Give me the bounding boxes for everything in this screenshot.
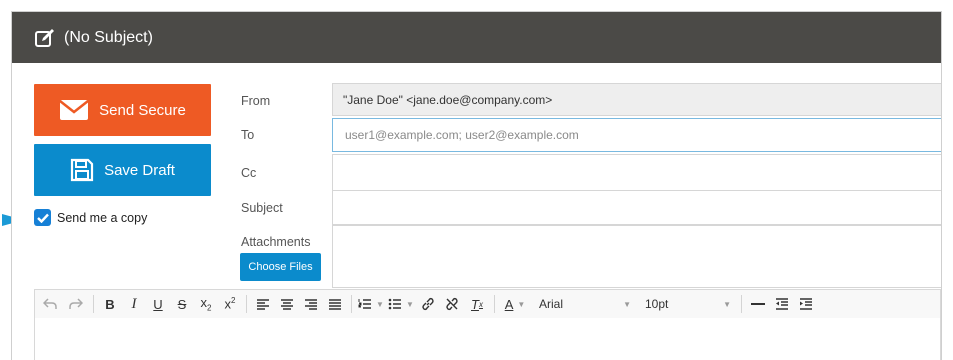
redo-icon[interactable] (63, 293, 89, 315)
undo-icon[interactable] (37, 293, 63, 315)
italic-icon[interactable]: I (122, 293, 146, 315)
save-draft-label: Save Draft (104, 161, 175, 179)
font-family-select[interactable]: Arial ▼ (531, 297, 637, 311)
editor-toolbar: B I U S x2 x2 ▼ ▼ T x A ▼ Arial ▼ 10pt ▼ (34, 289, 941, 319)
compose-window: (No Subject) Send Secure Save Draft Send… (11, 11, 942, 360)
send-copy-label: Send me a copy (57, 210, 148, 225)
send-secure-label: Send Secure (99, 101, 186, 119)
compose-edit-icon (35, 28, 54, 47)
from-label: From (241, 94, 271, 108)
compose-header: (No Subject) (12, 12, 941, 63)
chevron-down-icon: ▼ (723, 299, 731, 309)
compose-title: (No Subject) (64, 28, 153, 46)
strikethrough-icon[interactable]: S (170, 293, 194, 315)
toolbar-divider (246, 295, 247, 313)
remove-link-icon[interactable] (440, 293, 464, 315)
toolbar-divider (741, 295, 742, 313)
toolbar-divider (93, 295, 94, 313)
toolbar-divider (494, 295, 495, 313)
to-input[interactable] (343, 127, 941, 143)
attachments-area (332, 225, 941, 288)
chevron-down-icon: ▼ (623, 299, 631, 309)
save-draft-button[interactable]: Save Draft (34, 144, 211, 196)
align-justify-icon[interactable] (323, 293, 347, 315)
from-value: "Jane Doe" <jane.doe@company.com> (343, 92, 553, 107)
checkmark-icon (36, 213, 49, 223)
align-center-icon[interactable] (275, 293, 299, 315)
text-color-icon[interactable]: A ▼ (499, 293, 531, 315)
superscript-icon[interactable]: x2 (218, 293, 242, 315)
underline-icon[interactable]: U (146, 293, 170, 315)
send-secure-button[interactable]: Send Secure (34, 84, 211, 136)
to-field[interactable] (332, 118, 941, 152)
to-label: To (241, 128, 255, 142)
font-family-value: Arial (539, 297, 564, 311)
font-size-value: 10pt (645, 297, 669, 311)
bold-icon[interactable]: B (98, 293, 122, 315)
send-copy-checkbox[interactable] (34, 209, 51, 226)
outdent-icon[interactable] (770, 293, 794, 315)
send-copy-option[interactable]: Send me a copy (34, 209, 147, 226)
cc-label: Cc (241, 166, 257, 180)
cc-field[interactable] (332, 154, 941, 191)
choose-files-button[interactable]: Choose Files (240, 253, 321, 281)
align-left-icon[interactable] (251, 293, 275, 315)
numbered-list-icon[interactable]: ▼ (356, 293, 386, 315)
subject-field[interactable] (332, 190, 941, 225)
font-size-select[interactable]: 10pt ▼ (637, 297, 737, 311)
subscript-icon[interactable]: x2 (194, 293, 218, 315)
toolbar-divider (351, 295, 352, 313)
attachments-label: Attachments (241, 235, 311, 249)
horizontal-rule-icon[interactable] (746, 293, 770, 315)
message-body-editor[interactable] (34, 318, 941, 360)
floppy-disk-icon (70, 158, 94, 182)
insert-link-icon[interactable] (416, 293, 440, 315)
clear-formatting-icon[interactable]: Tx (464, 293, 490, 315)
from-field: "Jane Doe" <jane.doe@company.com> (332, 83, 941, 116)
bullet-list-icon[interactable]: ▼ (386, 293, 416, 315)
align-right-icon[interactable] (299, 293, 323, 315)
subject-label: Subject (241, 201, 283, 215)
indent-icon[interactable] (794, 293, 818, 315)
envelope-icon (59, 100, 89, 120)
